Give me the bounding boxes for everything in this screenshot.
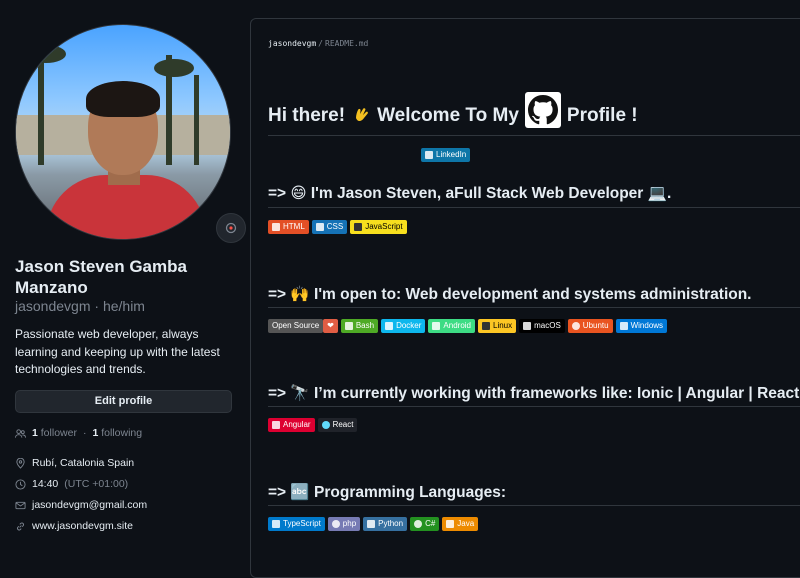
bash-icon: [344, 322, 353, 330]
badge-windows[interactable]: Windows: [615, 319, 668, 333]
badge-javascript[interactable]: JavaScript: [350, 220, 407, 234]
readme-heading: Hi there! Welcome To My Profile !: [268, 92, 638, 128]
linux-icon: [482, 322, 490, 330]
following-link[interactable]: 1 following: [92, 427, 142, 439]
location-pin-icon: [16, 457, 25, 469]
badge-typescript[interactable]: TypeScript: [268, 517, 325, 531]
location-row: Rubí, Catalonia Spain: [15, 457, 134, 469]
badge-angular[interactable]: Angular: [268, 418, 315, 432]
profile-pronouns: he/him: [102, 298, 145, 314]
profile-fullname: Jason Steven Gamba Manzano: [15, 257, 187, 297]
badge-android[interactable]: Android: [428, 319, 475, 333]
typescript-icon: [272, 520, 280, 528]
ubuntu-icon: [571, 322, 580, 330]
intro-divider: [268, 207, 800, 208]
edit-profile-button[interactable]: Edit profile: [15, 390, 232, 413]
waving-hand-icon: [356, 108, 369, 122]
link-icon: [17, 522, 24, 530]
people-icon: [15, 428, 26, 438]
html5-icon: [272, 223, 280, 231]
frameworks-line: => 🔭 I’m currently working with framewor…: [268, 385, 800, 402]
badge-linux[interactable]: Linux: [478, 319, 517, 333]
website-row: www.jasondevgm.site: [15, 520, 133, 532]
profile-location: Rubí, Catalonia Spain: [32, 457, 135, 469]
readme-owner-link[interactable]: jasondevgm: [268, 39, 316, 48]
languages-divider: [268, 505, 800, 506]
set-status-button[interactable]: [216, 213, 246, 243]
tool-badges: Open Source ❤ Bash Docker Android Linux …: [268, 319, 668, 333]
heading-welcome: Welcome To My: [377, 105, 519, 126]
badge-python[interactable]: Python: [363, 517, 408, 531]
open-to-line: => 🙌 I'm open to: Web development and sy…: [268, 286, 752, 303]
open-to-divider: [268, 307, 800, 308]
badge-docker[interactable]: Docker: [381, 319, 426, 333]
profile-bio: Passionate web developer, always learnin…: [15, 327, 220, 376]
readme-file-name[interactable]: README.md: [325, 39, 368, 48]
badge-macos[interactable]: macOS: [519, 319, 565, 333]
csharp-icon: [414, 520, 423, 528]
badge-java[interactable]: Java: [442, 517, 479, 531]
time-row: 14:40 (UTC +01:00): [15, 478, 128, 490]
badge-html[interactable]: HTML: [268, 220, 309, 234]
mail-icon: [15, 501, 26, 509]
apple-icon: [523, 322, 532, 330]
heading-divider: [268, 135, 800, 136]
profile-local-time: 14:40: [32, 478, 59, 490]
clock-icon: [15, 478, 26, 490]
profile-timezone: (UTC +01:00): [64, 478, 129, 490]
badge-love[interactable]: ❤: [323, 319, 338, 333]
windows-icon: [619, 322, 628, 330]
javascript-icon: [354, 223, 363, 231]
linkedin-badge[interactable]: LinkedIn: [421, 148, 471, 162]
profile-email-link[interactable]: jasondevgm@gmail.com: [32, 499, 147, 511]
badge-csharp[interactable]: C#: [410, 517, 440, 531]
badge-php[interactable]: php: [327, 517, 361, 531]
android-icon: [432, 322, 441, 330]
framework-badges: Angular React: [268, 418, 358, 432]
heading-profile: Profile !: [566, 105, 638, 126]
followers-row: 1 follower · 1 following: [15, 427, 142, 439]
linkedin-icon: [425, 151, 433, 159]
badge-css[interactable]: CSS: [311, 220, 348, 234]
followers-link[interactable]: 1 follower: [32, 427, 77, 439]
badge-react[interactable]: React: [317, 418, 358, 432]
readme-breadcrumb: jasondevgm / README.md: [268, 39, 369, 48]
frameworks-divider: [268, 406, 800, 407]
profile-username: jasondevgm: [15, 298, 91, 314]
github-logo-icon: [524, 92, 561, 128]
react-icon: [321, 421, 330, 429]
profile-username-line: jasondevgm · he/him: [15, 298, 145, 314]
css3-icon: [315, 223, 324, 231]
badge-open-source[interactable]: Open Source: [268, 319, 324, 333]
php-icon: [331, 520, 340, 528]
python-icon: [367, 520, 376, 528]
languages-line: => 🔤 Programming Languages:: [268, 484, 507, 501]
intro-line: => 😄 I'm Jason Steven, aFull Stack Web D…: [268, 185, 672, 202]
heading-greeting: Hi there!: [268, 105, 346, 126]
docker-icon: [385, 322, 394, 330]
java-icon: [446, 520, 455, 528]
badge-bash[interactable]: Bash: [340, 319, 379, 333]
email-row: jasondevgm@gmail.com: [15, 499, 147, 511]
avatar[interactable]: [15, 24, 246, 243]
profile-website-link[interactable]: www.jasondevgm.site: [32, 520, 133, 532]
web-badges: HTML CSS JavaScript: [268, 220, 407, 234]
badge-ubuntu[interactable]: Ubuntu: [567, 319, 613, 333]
profile-sidebar: Jason Steven Gamba Manzano jasondevgm · …: [0, 0, 248, 554]
language-badges: TypeScript php Python C# Java: [268, 517, 479, 531]
target-icon: [225, 222, 237, 234]
angular-icon: [272, 421, 280, 429]
